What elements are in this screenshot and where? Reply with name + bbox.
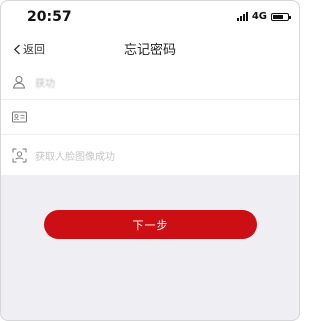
face-scan-icon: [11, 147, 27, 163]
form-row-face[interactable]: 获取人脸图像成功: [1, 135, 299, 175]
network-type: 4G: [251, 11, 267, 22]
battery-icon: [271, 12, 291, 21]
form-row-user[interactable]: 获功: [1, 65, 299, 100]
user-icon: [11, 74, 27, 90]
nav-bar: 返回 忘记密码: [1, 31, 299, 65]
phone-frame: 20:57 4G 返回 忘记密码 获功 获取人脸图像成功 下一步: [0, 0, 300, 321]
status-indicators: 4G: [236, 11, 291, 22]
user-value: 获功: [35, 78, 55, 90]
signal-icon: [236, 12, 248, 21]
form-list: 获功 获取人脸图像成功: [1, 65, 299, 175]
form-row-id[interactable]: [1, 100, 299, 135]
next-step-button[interactable]: 下一步: [44, 210, 257, 239]
id-card-icon: [11, 109, 27, 125]
status-time: 20:57: [27, 9, 72, 25]
status-bar: 20:57 4G: [1, 1, 299, 31]
page-title: 忘记密码: [123, 43, 176, 58]
face-status: 获取人脸图像成功: [35, 151, 115, 163]
